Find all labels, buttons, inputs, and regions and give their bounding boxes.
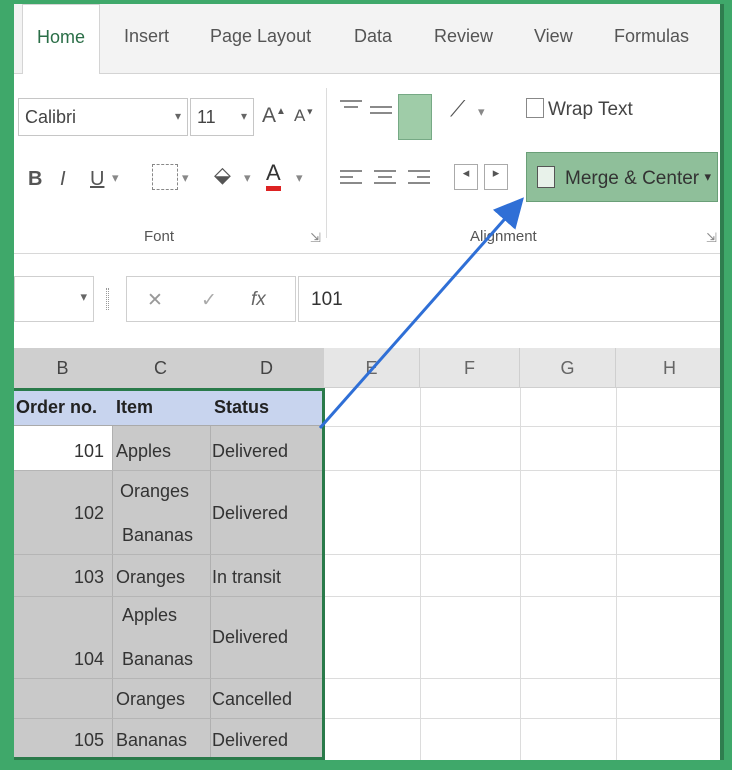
annotation-arrow-icon <box>318 197 524 429</box>
arrow-line <box>318 197 524 429</box>
excel-window: Home Insert Page Layout Data Review View… <box>14 4 724 760</box>
